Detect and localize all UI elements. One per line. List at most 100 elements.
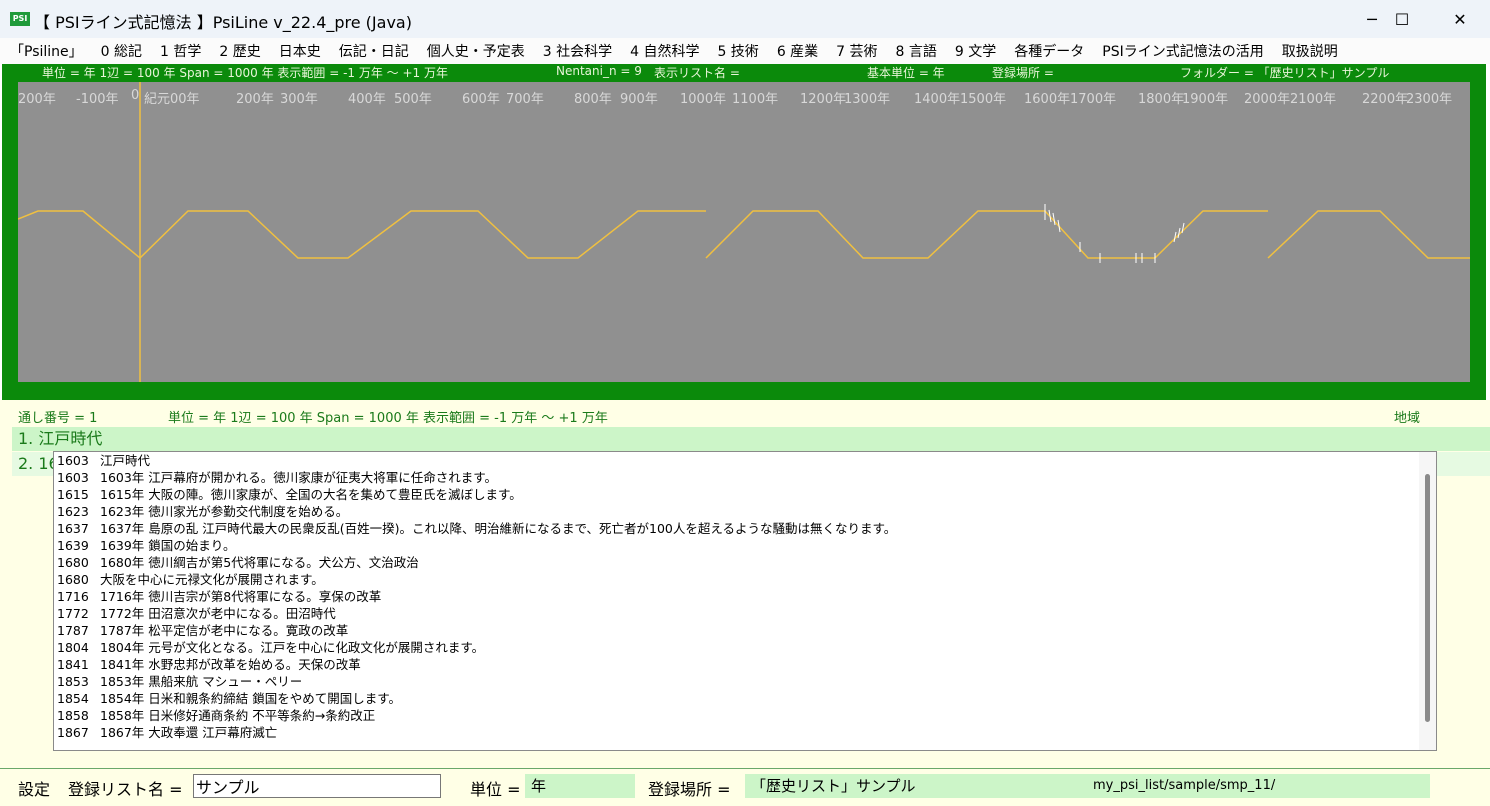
entry-year: 1639 (57, 538, 89, 553)
entry-year: 1623 (57, 504, 89, 519)
entry-text: 1716年 徳川吉宗が第8代将軍になる。享保の改革 (100, 589, 382, 604)
entry-text: 江戸時代 (100, 453, 151, 468)
entry-text: 1858年 日米修好通商条約 不平等条約→条約改正 (100, 708, 376, 723)
entry-year: 1716 (57, 589, 89, 604)
entry-year: 1841 (57, 657, 89, 672)
settings-button[interactable]: 設定 (18, 776, 50, 800)
entries-textarea[interactable]: 1603 江戸時代 1603 1603年 江戸幕府が開かれる。徳川家康が征夷大将軍に任… (53, 451, 1437, 751)
timeline-lines (18, 82, 1470, 382)
entry-text: 1841年 水野忠邦が改革を始める。天保の改革 (100, 657, 361, 672)
entry-year: 1787 (57, 623, 89, 638)
list-name-label: 登録リスト名 = (68, 780, 183, 799)
entry-year: 1637 (57, 521, 89, 536)
entry-year: 1603 (57, 453, 89, 468)
scrollbar-thumb[interactable] (1425, 474, 1430, 722)
entry-text: 大阪を中心に元禄文化が展開されます。 (100, 572, 324, 587)
window-title: 【 PSIライン式記憶法 】PsiLine v_22.4_pre (Java) (34, 13, 412, 32)
entry-year: 1853 (57, 674, 89, 689)
unit-label: 単位 = (470, 780, 521, 799)
entry-year: 1772 (57, 606, 89, 621)
entry-text: 1804年 元号が文化となる。江戸を中心に化政文化が展開されます。 (100, 640, 485, 655)
entry-line: 1637 1637年 島原の乱 江戸時代最大の民衆反乱(百姓一揆)。これ以降、明治… (54, 520, 1436, 537)
close-button[interactable]: ✕ (1432, 0, 1488, 38)
entry-text: 1772年 田沼意次が老中になる。田沼時代 (100, 606, 336, 621)
entry-line: 1603 1603年 江戸幕府が開かれる。徳川家康が征夷大将軍に任命されます。 (54, 469, 1436, 486)
entry-line: 1867 1867年 大政奉還 江戸幕府滅亡 (54, 724, 1436, 741)
menu-item[interactable]: 8 言語 (887, 41, 946, 61)
menu-item[interactable]: 9 文学 (946, 41, 1005, 61)
entry-line: 1772 1772年 田沼意次が老中になる。田沼時代 (54, 605, 1436, 622)
menu-item[interactable]: 個人史・予定表 (418, 41, 534, 61)
list-row-1[interactable]: 1. 江戸時代 (12, 427, 1490, 451)
place-value-field[interactable]: 「歴史リスト」サンプル my_psi_list/sample/smp_11/ (745, 774, 1430, 798)
timeline-frame: 単位 = 年 1辺 = 100 年 Span = 1000 年 表示範囲 = -… (2, 64, 1486, 400)
entry-line: 1787 1787年 松平定信が老中になる。寛政の改革 (54, 622, 1436, 639)
entry-text: 1623年 徳川家光が参勤交代制度を始める。 (100, 504, 349, 519)
entry-text: 1854年 日米和親条約締結 鎖国をやめて開国します。 (100, 691, 402, 706)
entry-line: 1639 1639年 鎖国の始まり。 (54, 537, 1436, 554)
entry-line: 1680 1680年 徳川綱吉が第5代将軍になる。犬公方、文治政治 (54, 554, 1436, 571)
menu-item[interactable]: 0 総記 (92, 41, 151, 61)
entry-year: 1804 (57, 640, 89, 655)
menu-item[interactable]: 7 芸術 (827, 41, 886, 61)
maximize-button[interactable]: ☐ (1374, 0, 1430, 38)
entry-year: 1603 (57, 470, 89, 485)
timeline-segment-1 (18, 210, 706, 260)
menu-item[interactable]: 2 歴史 (210, 41, 269, 61)
title-bar: PSI 【 PSIライン式記憶法 】PsiLine v_22.4_pre (Ja… (0, 0, 1490, 38)
entry-line: 1841 1841年 水野忠邦が改革を始める。天保の改革 (54, 656, 1436, 673)
menu-item[interactable]: 伝記・日記 (330, 41, 418, 61)
app-icon: PSI (10, 12, 30, 26)
menu-item[interactable]: 4 自然科学 (621, 41, 708, 61)
entry-text: 1853年 黒船来航 マシュー・ペリー (100, 674, 303, 689)
header-nentani: Nentani_n = 9 (556, 64, 642, 78)
timeline-segment-2 (705, 210, 1268, 259)
entry-year: 1615 (57, 487, 89, 502)
entry-year: 1680 (57, 572, 89, 587)
menu-item[interactable]: 6 産業 (768, 41, 827, 61)
settings-bar: 設定 登録リスト名 = 単位 = 年 登録場所 = 「歴史リスト」サンプル my… (0, 768, 1490, 806)
timeline-segment-3 (1267, 210, 1470, 259)
entry-text: 1637年 島原の乱 江戸時代最大の民衆反乱(百姓一揆)。これ以降、明治維新にな… (100, 521, 897, 536)
entry-text: 1603年 江戸幕府が開かれる。徳川家康が征夷大将軍に任命されます。 (100, 470, 498, 485)
menu-item[interactable]: PSIライン式記憶法の活用 (1093, 41, 1272, 61)
header-unit-info: 単位 = 年 1辺 = 100 年 Span = 1000 年 表示範囲 = -… (42, 66, 448, 80)
entry-year: 1858 (57, 708, 89, 723)
header-folder: フォルダー = 「歴史リスト」サンプル (1180, 66, 1390, 80)
entry-line: 1858 1858年 日米修好通商条約 不平等条約→条約改正 (54, 707, 1436, 724)
entry-line: 1623 1623年 徳川家光が参勤交代制度を始める。 (54, 503, 1436, 520)
entry-year: 1867 (57, 725, 89, 740)
status-unit-info: 単位 = 年 1辺 = 100 年 Span = 1000 年 表示範囲 = -… (168, 411, 608, 426)
serial-number: 通し番号 = 1 (18, 411, 98, 426)
path-value: my_psi_list/sample/smp_11/ (1093, 778, 1276, 793)
entry-text: 1615年 大阪の陣。徳川家康が、全国の大名を集めて豊臣氏を滅ぼします。 (100, 487, 522, 502)
header-base-unit: 基本単位 = 年 (867, 66, 945, 80)
header-place: 登録場所 = (992, 66, 1054, 80)
header-list-name: 表示リスト名 = (654, 66, 740, 80)
entry-line: 1854 1854年 日米和親条約締結 鎖国をやめて開国します。 (54, 690, 1436, 707)
menu-item[interactable]: 3 社会科学 (534, 41, 621, 61)
entry-line: 1716 1716年 徳川吉宗が第8代将軍になる。享保の改革 (54, 588, 1436, 605)
menu-item[interactable]: 1 哲学 (151, 41, 210, 61)
menu-item[interactable]: 取扱説明 (1273, 41, 1347, 61)
menu-item[interactable]: 5 技術 (708, 41, 767, 61)
menu-item[interactable]: 日本史 (270, 41, 330, 61)
menu-bar: 「Psiline」 0 総記 1 哲学 2 歴史 日本史 伝記・日記 個人史・予定表 3 社会… (0, 38, 1490, 64)
timeline-plot[interactable]: 200年 -100年 0 紀元00年 200年 300年 400年 500年 600年 700年 8… (18, 82, 1470, 382)
entry-line: 1615 1615年 大阪の陣。徳川家康が、全国の大名を集めて豊臣氏を滅ぼします。 (54, 486, 1436, 503)
entry-year: 1854 (57, 691, 89, 706)
entry-text: 1639年 鎖国の始まり。 (100, 538, 236, 553)
vertical-scrollbar[interactable] (1419, 452, 1436, 750)
place-value: 「歴史リスト」サンプル (751, 777, 916, 795)
entry-line: 1804 1804年 元号が文化となる。江戸を中心に化政文化が展開されます。 (54, 639, 1436, 656)
entry-text: 1867年 大政奉還 江戸幕府滅亡 (100, 725, 278, 740)
menu-item[interactable]: 「Psiline」 (0, 41, 92, 61)
list-name-input[interactable] (193, 774, 441, 798)
entry-line: 1853 1853年 黒船来航 マシュー・ペリー (54, 673, 1436, 690)
entry-line: 1603 江戸時代 (54, 452, 1436, 469)
detail-area: 通し番号 = 1 単位 = 年 1辺 = 100 年 Span = 1000 年… (0, 400, 1490, 768)
menu-item[interactable]: 各種データ (1005, 41, 1093, 61)
place-label: 登録場所 = (648, 780, 731, 799)
entry-line: 1680 大阪を中心に元禄文化が展開されます。 (54, 571, 1436, 588)
unit-value[interactable]: 年 (525, 774, 635, 798)
